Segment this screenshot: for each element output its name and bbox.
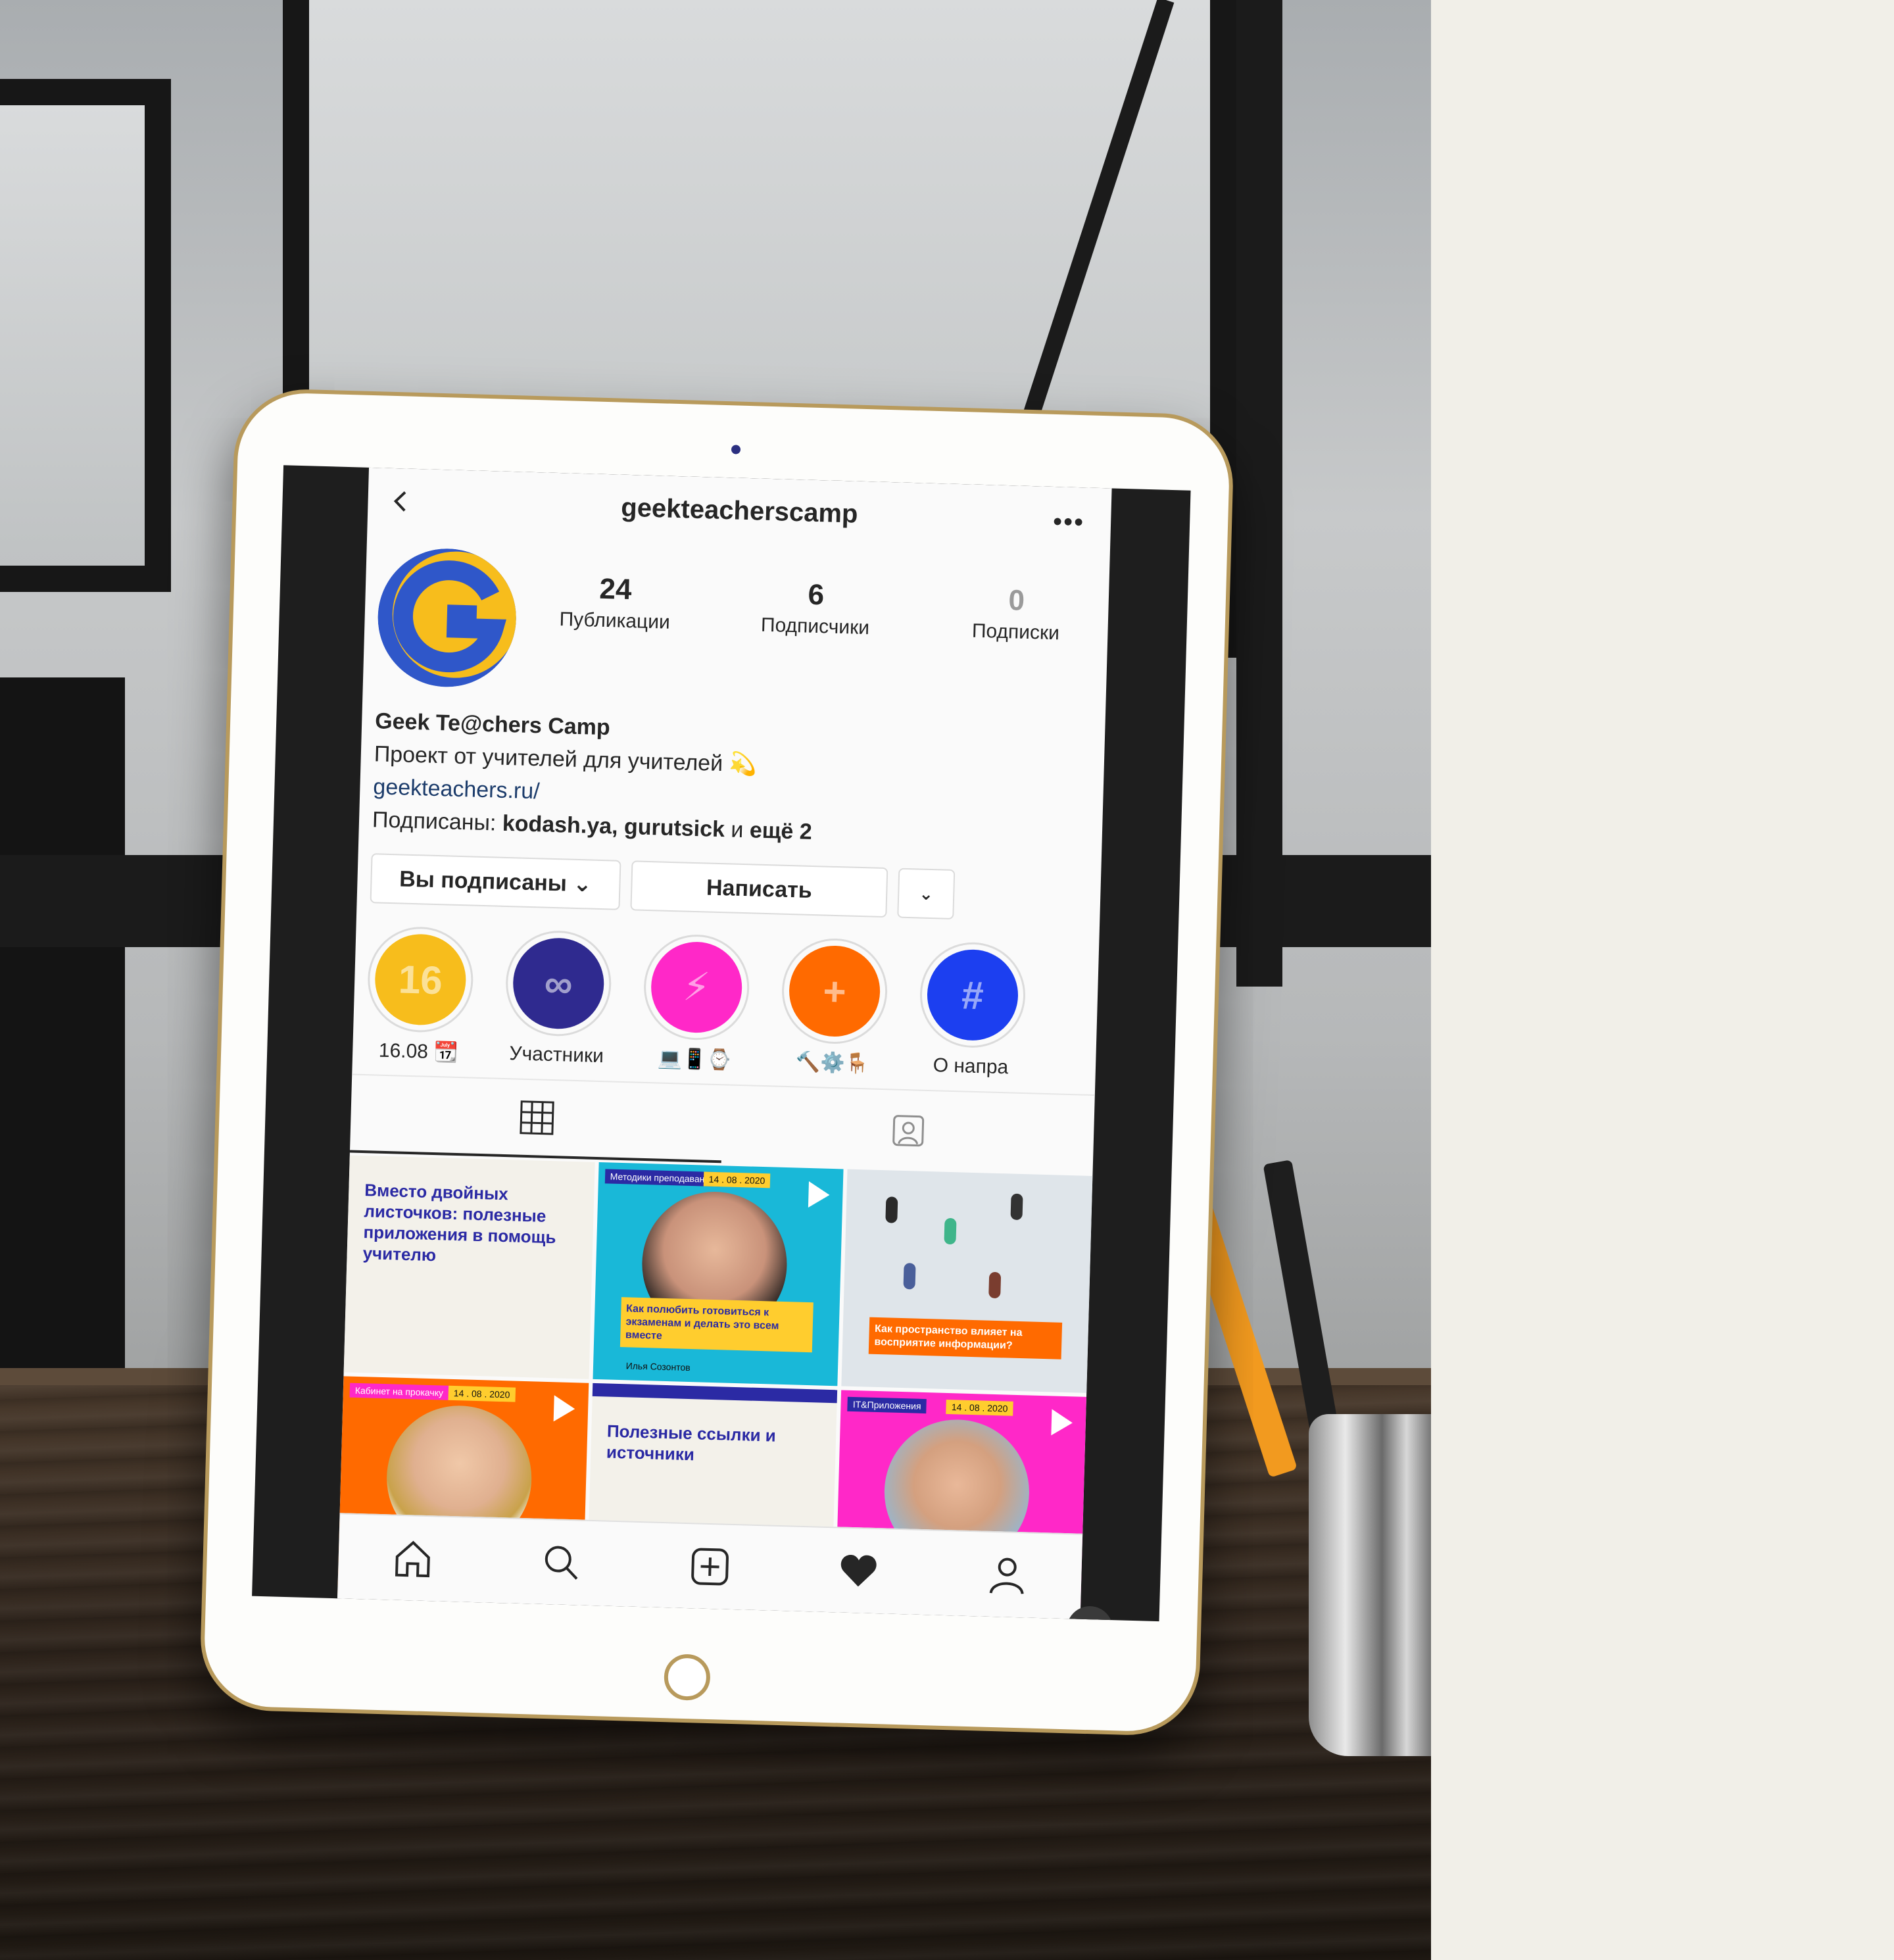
highlight-item[interactable]: # О напра [917, 941, 1027, 1092]
post-title: Полезные ссылки и источники [606, 1421, 777, 1465]
stat-following[interactable]: 0 Подписки [936, 582, 1096, 646]
front-camera [731, 445, 741, 454]
message-button[interactable]: Написать [630, 860, 888, 918]
person-figure [1010, 1193, 1023, 1221]
stat-posts[interactable]: 24 Публикации [535, 571, 694, 635]
highlight-cover: + [788, 944, 881, 1038]
heart-icon[interactable] [837, 1549, 881, 1592]
following-button[interactable]: Вы подписаны ⌄ [370, 853, 621, 910]
followed-by-more: ещё 2 [749, 818, 813, 845]
tab-grid[interactable] [349, 1075, 724, 1164]
instagram-app: geekteacherscamp ••• 24 Публикации 6 Под… [337, 467, 1112, 1619]
profile-username: geekteacherscamp [620, 493, 859, 529]
stat-posts-value: 24 [598, 572, 633, 606]
highlight-item[interactable]: 16 16.08 📆 [365, 925, 475, 1077]
highlight-item[interactable]: ⚡ 💻📱⌚ [641, 933, 751, 1085]
stat-followers-value: 6 [807, 578, 825, 612]
tab-tagged[interactable] [721, 1085, 1095, 1173]
stat-following-label: Подписки [971, 620, 1060, 645]
window-mullion [1236, 0, 1282, 987]
highlight-ring: ∞ [504, 929, 613, 1038]
profile-bio: Geek Te@chers Camp Проект от учителей дл… [358, 704, 1105, 856]
post-caption: Как пространство влияет на восприятие ин… [869, 1317, 1063, 1360]
highlight-ring: # [918, 941, 1027, 1050]
highlight-label: Участники [509, 1042, 604, 1067]
home-icon[interactable] [391, 1537, 435, 1580]
person-figure [988, 1271, 1002, 1299]
highlight-cover: ⚡ [650, 941, 744, 1034]
video-play-icon [1051, 1409, 1073, 1436]
person-figure [885, 1196, 898, 1223]
followed-by-names: kodash.ya, gurutsick [502, 810, 725, 843]
new-post-icon[interactable] [689, 1545, 732, 1588]
story-highlights: 16 16.08 📆 ∞ Участники ⚡ 💻📱⌚ + 🔨⚙️🪑 # О … [352, 903, 1100, 1094]
highlight-item[interactable]: + 🔨⚙️🪑 [779, 937, 889, 1089]
tablet-device: geekteacherscamp ••• 24 Публикации 6 Под… [199, 387, 1235, 1737]
highlight-cover: ∞ [512, 937, 606, 1031]
highlight-ring: 16 [366, 925, 475, 1034]
video-play-icon [553, 1395, 575, 1423]
profile-header: 24 Публикации 6 Подписчики 0 Подписки [362, 540, 1110, 725]
highlight-label: 💻📱⌚ [657, 1047, 732, 1071]
followed-by-and: и [730, 817, 744, 843]
post-tile[interactable]: Как пространство влияет на восприятие ин… [841, 1169, 1093, 1393]
highlight-label: О напра [933, 1054, 1009, 1079]
highlight-cover: 16 [374, 933, 468, 1027]
highlight-label: 🔨⚙️🪑 [795, 1051, 870, 1075]
highlight-ring: + [780, 937, 889, 1046]
home-button[interactable] [663, 1654, 711, 1702]
stat-posts-label: Публикации [559, 608, 671, 633]
post-tag: IT&Приложения [847, 1396, 927, 1414]
highlight-item[interactable]: ∞ Участники [503, 929, 613, 1081]
post-caption: Как полюбить готовиться к экзаменам и де… [619, 1297, 814, 1353]
highlight-label: 16.08 📆 [378, 1039, 459, 1064]
speaker-name: Илья Созонтов [625, 1360, 691, 1373]
logo-g-icon [377, 549, 518, 687]
person-figure [903, 1263, 916, 1290]
post-date: 14 . 08 . 2020 [946, 1399, 1013, 1416]
metal-cup [1309, 1414, 1431, 1756]
suggested-dropdown-button[interactable]: ⌄ [897, 868, 956, 919]
post-tag: Кабинет на прокачку [349, 1383, 449, 1400]
stat-following-value: 0 [1008, 584, 1025, 617]
stat-followers[interactable]: 6 Подписчики [736, 577, 895, 641]
post-title: Вместо двойных листочков: полезные прило… [362, 1180, 556, 1265]
profile-icon[interactable] [986, 1554, 1029, 1597]
grid-icon [519, 1100, 554, 1135]
window-left [0, 79, 171, 592]
followed-by-prefix: Подписаны: [372, 807, 497, 836]
video-play-icon [808, 1181, 831, 1208]
stat-followers-label: Подписчики [760, 614, 870, 639]
post-tile[interactable]: Методики преподавания 14 . 08 . 2020 Как… [593, 1162, 844, 1386]
post-date: 14 . 08 . 2020 [703, 1171, 771, 1188]
highlight-ring: ⚡ [642, 933, 751, 1042]
search-icon[interactable] [540, 1541, 583, 1584]
tagged-person-icon [892, 1115, 924, 1147]
more-options-icon[interactable]: ••• [1053, 507, 1085, 537]
person-figure [944, 1217, 957, 1245]
post-tile[interactable]: Вместо двойных листочков: полезные прило… [343, 1155, 595, 1379]
highlight-cover: # [926, 948, 1019, 1042]
tablet-screen: geekteacherscamp ••• 24 Публикации 6 Под… [252, 465, 1191, 1622]
profile-stats: 24 Публикации 6 Подписчики 0 Подписки [535, 571, 1096, 646]
post-date: 14 . 08 . 2020 [448, 1385, 516, 1402]
profile-avatar[interactable] [376, 547, 518, 689]
